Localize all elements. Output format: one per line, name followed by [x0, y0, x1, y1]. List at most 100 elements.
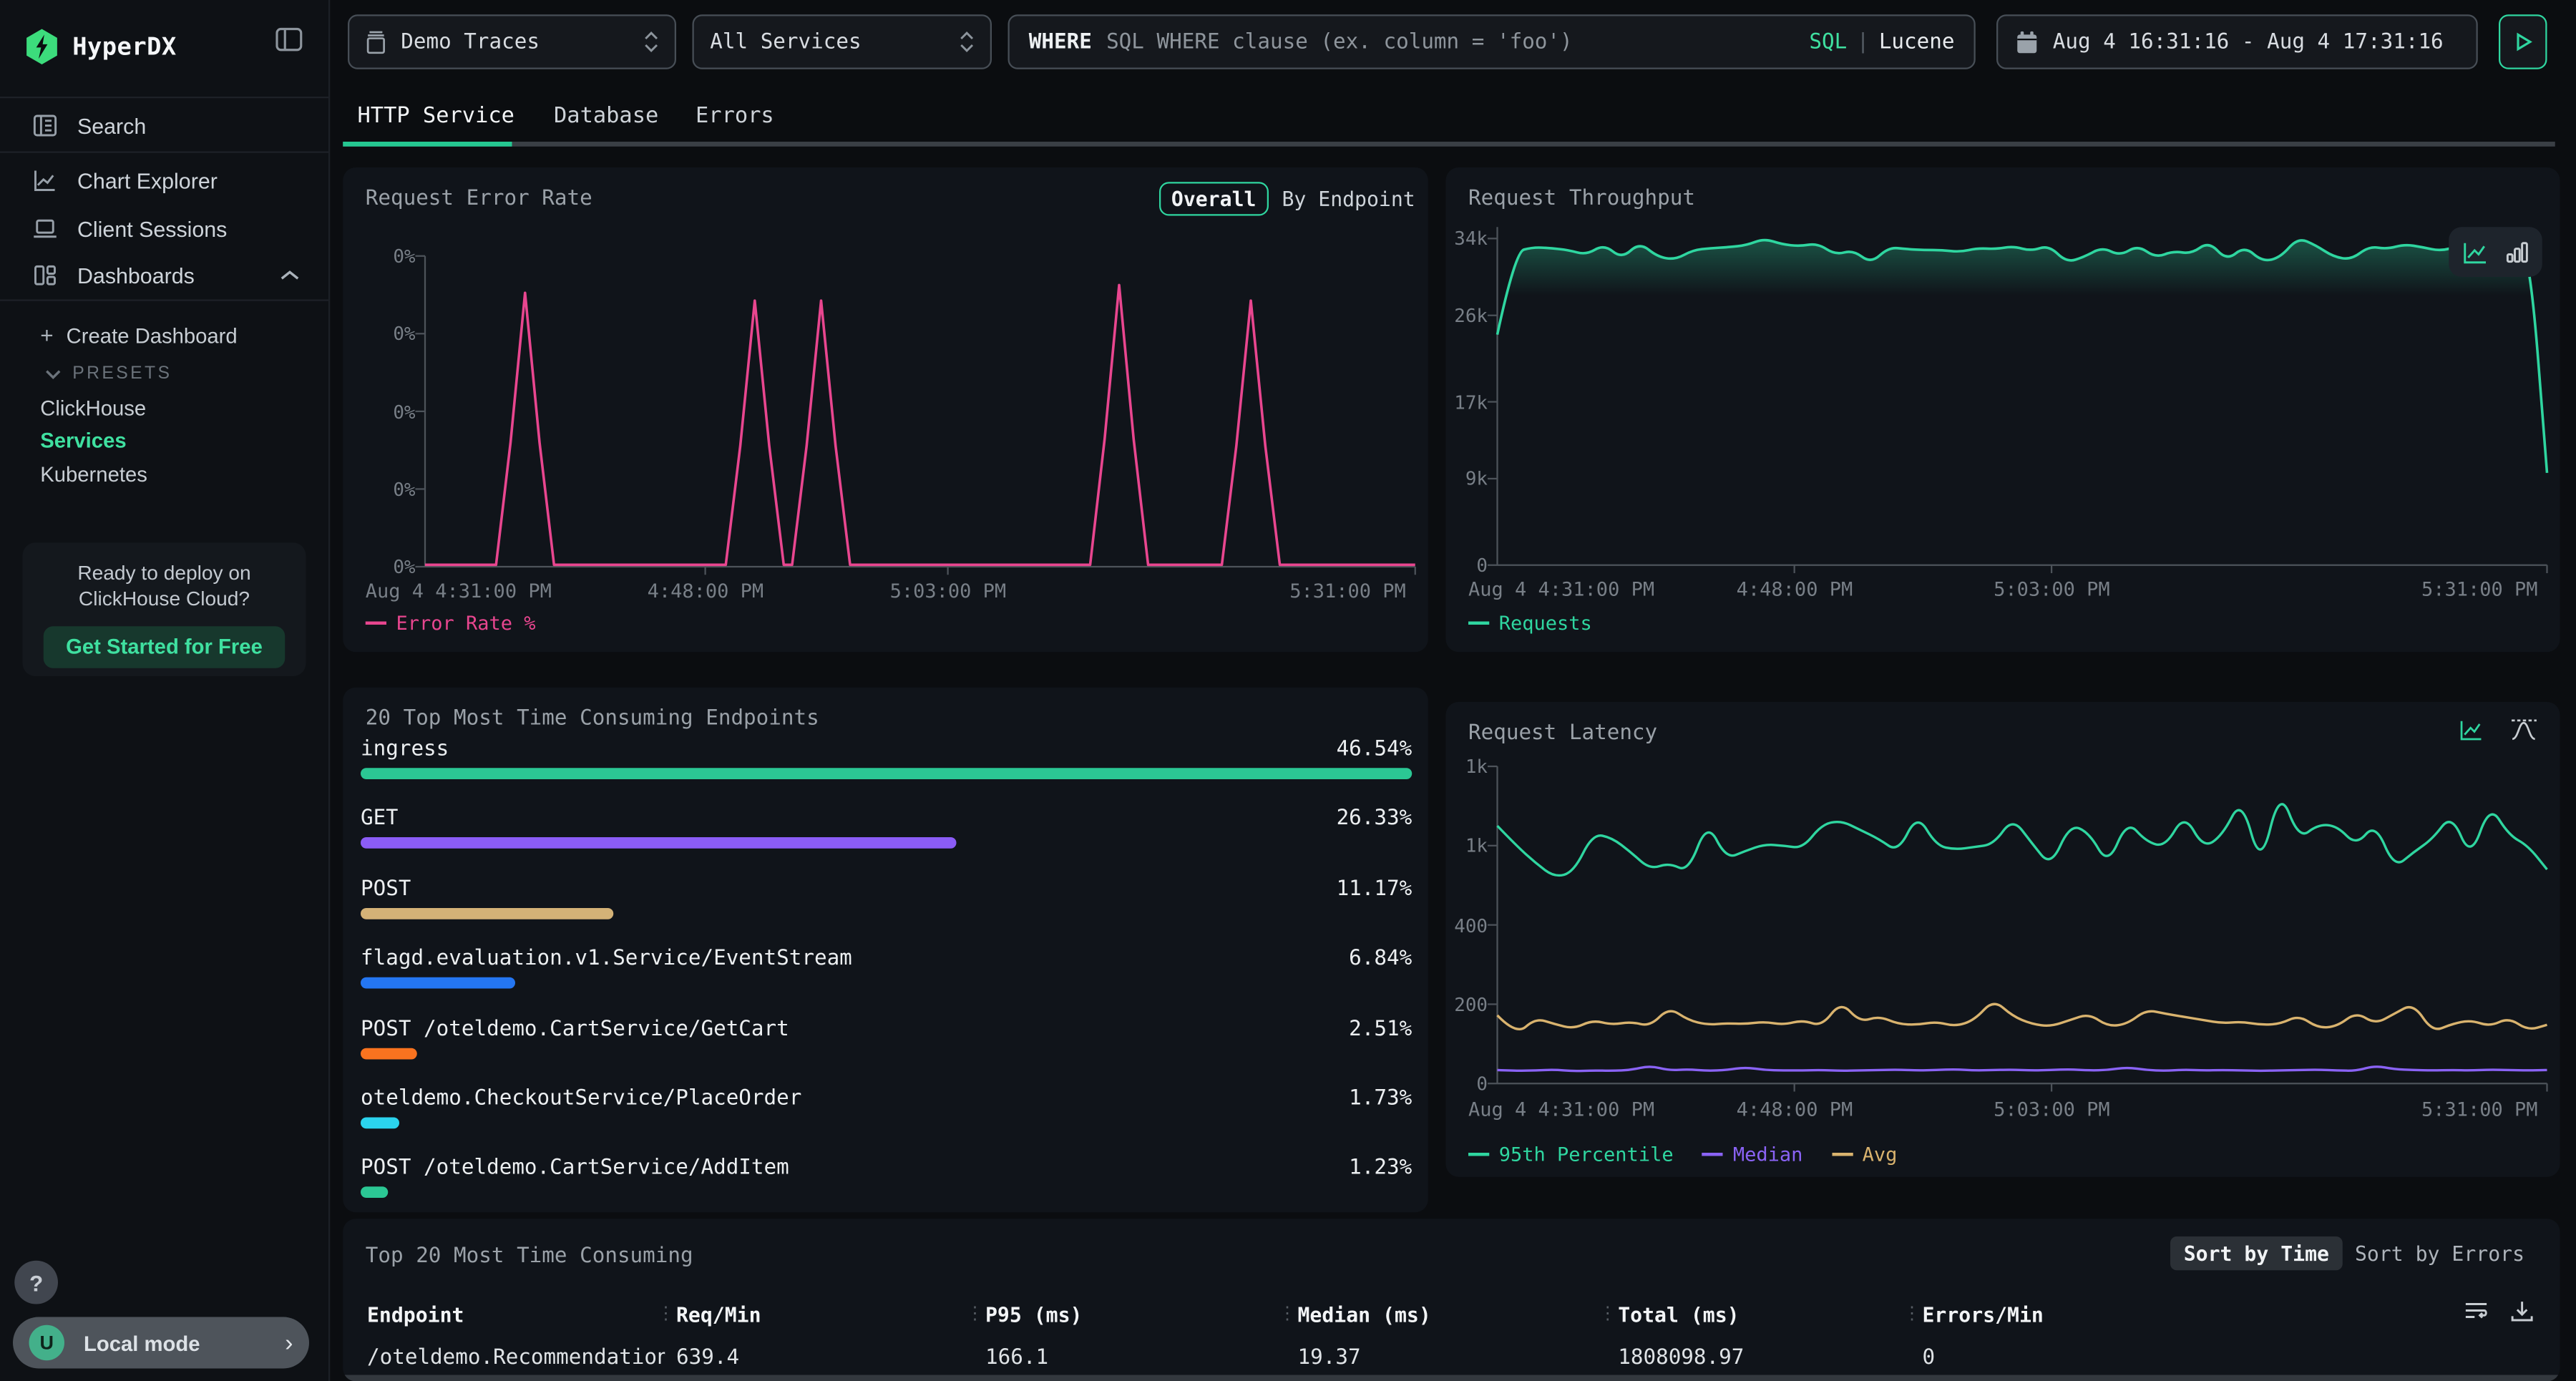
line-chart-type-icon[interactable] — [2462, 239, 2489, 265]
endpoint-bar — [361, 977, 515, 989]
legend-error-rate: Error Rate % — [366, 612, 536, 635]
sidebar-item-services[interactable]: Services — [0, 420, 369, 459]
laptop-icon — [32, 216, 58, 242]
sidebar-item-label: Client Sessions — [77, 217, 227, 241]
column-grip[interactable]: ⋮ — [1279, 1302, 1297, 1323]
get-started-button[interactable]: Get Started for Free — [44, 626, 286, 668]
endpoint-label: GET — [361, 807, 399, 831]
endpoint-label: flagd.evaluation.v1.Service/EventStream — [361, 947, 852, 971]
where-label: WHERE — [1029, 30, 1092, 54]
tab-errors[interactable]: Errors — [696, 97, 774, 135]
app-title: HyperDX — [72, 32, 176, 62]
promo-text: Ready to deploy on — [23, 560, 306, 586]
y-axis-label: 26k — [1446, 304, 1488, 327]
endpoint-line: POST11.17% — [361, 877, 1412, 902]
y-axis-label: 0 — [1446, 554, 1488, 577]
chevron-up-icon[interactable] — [280, 269, 300, 282]
legend-requests: Requests — [1468, 612, 1592, 635]
sidebar-item-chart-explorer[interactable]: Chart Explorer — [0, 158, 328, 203]
sort-by-errors-button[interactable]: Sort by Errors — [2342, 1236, 2537, 1270]
tab-database[interactable]: Database — [554, 97, 658, 135]
logo[interactable]: HyperDX — [0, 26, 328, 68]
y-axis-label: 0% — [351, 555, 416, 578]
overall-toggle-button[interactable]: Overall — [1158, 182, 1269, 215]
column-header[interactable]: P95 (ms) — [985, 1302, 1082, 1327]
endpoint-percent: 2.51% — [1349, 1017, 1412, 1041]
presets-group-toggle[interactable]: PRESETS — [0, 354, 374, 393]
time-range-picker[interactable]: Aug 4 16:31:16 - Aug 4 17:31:16 — [1996, 14, 2478, 69]
column-header[interactable]: Errors/Min — [1923, 1302, 2044, 1327]
download-csv-icon[interactable] — [2510, 1299, 2534, 1324]
y-axis-label: 9k — [1446, 467, 1488, 490]
panel-request-throughput: Request Throughput Requests 34k26k17k9k0… — [1446, 167, 2560, 652]
play-icon — [2514, 32, 2532, 52]
where-input[interactable]: WHERE SQL WHERE clause (ex. column = 'fo… — [1008, 14, 1976, 69]
divider — [0, 152, 328, 153]
y-axis-label: 200 — [1446, 993, 1488, 1016]
help-button[interactable]: ? — [14, 1261, 58, 1304]
service-select[interactable]: All Services — [693, 14, 992, 69]
y-axis-label: 0% — [351, 400, 416, 423]
legend-avg: Avg — [1832, 1143, 1898, 1166]
chevron-right-icon: › — [285, 1329, 293, 1356]
panel-title: Request Latency — [1468, 721, 1657, 746]
run-query-button[interactable] — [2499, 14, 2547, 69]
y-axis-label: 1k — [1446, 834, 1488, 857]
sql-mode-button[interactable]: SQL — [1809, 30, 1847, 54]
column-grip[interactable]: ⋮ — [1903, 1302, 1921, 1323]
column-grip[interactable]: ⋮ — [966, 1302, 984, 1323]
endpoint-bar — [361, 838, 956, 849]
sidebar-item-search[interactable]: Search — [0, 103, 328, 148]
x-axis-label: 5:31:00 PM — [1289, 580, 1406, 602]
y-axis-label: 0% — [351, 245, 416, 268]
wrap-lines-icon[interactable] — [2464, 1299, 2489, 1324]
column-header[interactable]: Median (ms) — [1298, 1302, 1431, 1327]
tab-http-service[interactable]: HTTP Service — [358, 97, 514, 135]
time-range-value: Aug 4 16:31:16 - Aug 4 17:31:16 — [2053, 30, 2444, 54]
column-grip[interactable]: ⋮ — [1599, 1302, 1616, 1323]
endpoint-line: POST /oteldemo.CartService/AddItem1.23% — [361, 1156, 1412, 1181]
sort-by-time-button[interactable]: Sort by Time — [2171, 1236, 2342, 1270]
dataset-select[interactable]: Demo Traces — [348, 14, 676, 69]
select-chevrons-icon — [960, 31, 974, 54]
list-item[interactable]: flagd.evaluation.v1.Service/EventStream 6… — [361, 947, 1412, 971]
plus-icon: + — [40, 322, 53, 348]
sidebar-collapse-icon[interactable] — [275, 26, 303, 53]
by-endpoint-toggle-button[interactable]: By Endpoint — [1282, 187, 1415, 211]
lucene-mode-button[interactable]: Lucene — [1879, 30, 1955, 54]
list-item[interactable]: POST /oteldemo.CartService/AddItem1.23% — [361, 1156, 1412, 1181]
clickhouse-cloud-promo: Ready to deploy on ClickHouse Cloud? Get… — [23, 542, 306, 676]
hyperdx-logo-icon — [26, 29, 58, 65]
endpoint-label: POST /oteldemo.CartService/AddItem — [361, 1156, 789, 1181]
list-item[interactable]: GET26.33% — [361, 807, 1412, 831]
histogram-chart-type-icon[interactable] — [2510, 718, 2537, 743]
column-header[interactable]: Total (ms) — [1618, 1302, 1739, 1327]
y-axis-label: 1k — [1446, 755, 1488, 778]
endpoint-bar — [361, 1048, 417, 1059]
sidebar-item-client-sessions[interactable]: Client Sessions — [0, 206, 328, 251]
column-grip[interactable]: ⋮ — [657, 1302, 675, 1323]
list-item[interactable]: POST /oteldemo.CartService/GetCart2.51% — [361, 1017, 1412, 1041]
create-dashboard-button[interactable]: + Create Dashboard — [0, 316, 369, 354]
column-header[interactable]: Endpoint — [367, 1302, 464, 1327]
app-root: HyperDX Search Chart Explorer Client Ses… — [0, 0, 2576, 1381]
sidebar-item-dashboards[interactable]: Dashboards — [0, 253, 328, 298]
column-header[interactable]: Req/Min — [676, 1302, 761, 1327]
user-menu[interactable]: U Local mode › — [13, 1317, 309, 1369]
list-item[interactable]: POST11.17% — [361, 877, 1412, 902]
sidebar-item-kubernetes[interactable]: Kubernetes — [0, 454, 369, 493]
chevron-down-icon — [45, 368, 62, 379]
x-axis-label: 4:48:00 PM — [648, 580, 764, 602]
list-item[interactable]: ingress46.54% — [361, 738, 1412, 762]
line-chart-type-icon[interactable] — [2459, 718, 2484, 743]
endpoint-line: GET26.33% — [361, 807, 1412, 831]
endpoint-bar — [361, 768, 1412, 779]
table-cell: 0 — [1923, 1346, 1936, 1370]
endpoint-percent: 6.84% — [1349, 947, 1412, 971]
x-axis-label: 5:03:00 PM — [1994, 578, 2110, 601]
select-chevrons-icon — [644, 31, 658, 54]
chart-type-toggle — [2449, 227, 2542, 277]
horizontal-scrollbar[interactable] — [343, 1375, 2560, 1381]
bar-chart-type-icon[interactable] — [2505, 240, 2529, 264]
list-item[interactable]: oteldemo.CheckoutService/PlaceOrder1.73% — [361, 1087, 1412, 1111]
